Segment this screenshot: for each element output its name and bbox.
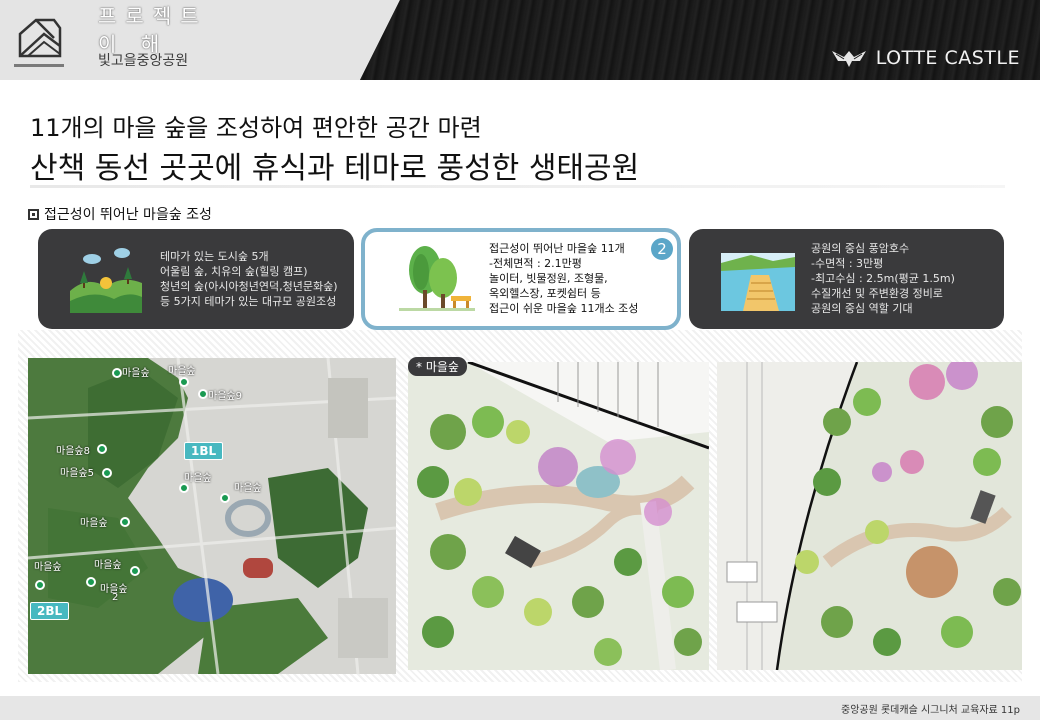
brand-name: LOTTE CASTLE bbox=[875, 47, 1020, 69]
map-pin bbox=[179, 483, 189, 493]
heading-line-1: 11개의 마을 숲을 조성하여 편안한 공간 마련 bbox=[30, 114, 482, 142]
site-plan-drawing bbox=[408, 362, 709, 670]
map-label: 2 bbox=[112, 592, 119, 603]
map-label: 마을숲 bbox=[34, 562, 62, 573]
eagle-emblem-icon bbox=[831, 51, 866, 67]
map-label: 마을숲 bbox=[122, 368, 150, 379]
page-subtitle: 빛고을중앙공원 bbox=[98, 53, 189, 69]
village-forest-text: 접근성이 뛰어난 마을숲 11개 -전체면적 : 2.1만평 놀이터, 빗물정원… bbox=[489, 241, 638, 316]
footer-text: 중앙공원 롯데캐슬 시그니처 교육자료 11p bbox=[841, 705, 1020, 716]
card-line: 테마가 있는 도시숲 5개 bbox=[160, 250, 269, 263]
card-line: 수질개선 및 주변환경 정비로 bbox=[811, 287, 943, 300]
card-line: 등 5가지 테마가 있는 대규모 공원조성 bbox=[160, 295, 337, 308]
site-detail-graphic bbox=[717, 362, 1022, 670]
map-pin bbox=[198, 389, 208, 399]
section-title-text: 접근성이 뛰어난 마을숲 조성 bbox=[44, 207, 212, 223]
logo-underline bbox=[14, 64, 64, 67]
lake-text: 공원의 중심 풍암호수 -수면적 : 3만평 -최고수심 : 2.5m(평균 1… bbox=[811, 241, 955, 316]
village-forest-card: 접근성이 뛰어난 마을숲 11개 -전체면적 : 2.1만평 놀이터, 빗물정원… bbox=[361, 228, 681, 330]
brand-logo: LOTTE CASTLE bbox=[830, 47, 1020, 69]
map-pin bbox=[220, 493, 230, 503]
card-line: 공원의 중심 풍암호수 bbox=[811, 242, 910, 255]
header-bar: 프로젝트 이 해 빛고을중앙공원 LOTTE CASTLE bbox=[0, 0, 1040, 80]
card-line: -전체면적 : 2.1만평 bbox=[489, 257, 582, 270]
theme-forest-card: 테마가 있는 도시숲 5개 어울림 숲, 치유의 숲(힐링 캠프) 청년의 숲(… bbox=[38, 229, 354, 329]
aerial-map-image: 마을숲 마을숲 마을숲9 마을숲8 마을숲5 1BL 마을숲 마을숲 마을숲 마… bbox=[28, 358, 396, 674]
section-title: 접근성이 뛰어난 마을숲 조성 bbox=[28, 206, 228, 224]
map-pin bbox=[112, 368, 122, 378]
number-badge: 2 bbox=[651, 238, 673, 260]
site-detail-drawing bbox=[717, 362, 1022, 670]
village-forest-tag: * 마을숲 bbox=[408, 357, 467, 376]
card-line: 공원의 중심 역할 기대 bbox=[811, 302, 913, 315]
card-line: 옥외헬스장, 포켓쉼터 등 bbox=[489, 287, 601, 300]
map-pin bbox=[130, 566, 140, 576]
square-bullet-icon bbox=[28, 209, 39, 220]
heading-divider bbox=[30, 185, 1005, 188]
hills-landscape-icon bbox=[70, 248, 142, 313]
card-line: 놀이터, 빗물정원, 조형물, bbox=[489, 272, 608, 285]
map-label: 마을숲8 bbox=[56, 446, 90, 457]
card-line: 접근이 쉬운 마을숲 11개소 조성 bbox=[489, 302, 639, 315]
map-label: 마을숲 bbox=[234, 483, 262, 494]
trees-bench-icon bbox=[399, 246, 475, 311]
map-pin bbox=[86, 577, 96, 587]
card-line: 어울림 숲, 치유의 숲(힐링 캠프) bbox=[160, 265, 308, 278]
lake-pier-icon bbox=[721, 253, 795, 311]
lake-card: 공원의 중심 풍암호수 -수면적 : 3만평 -최고수심 : 2.5m(평균 1… bbox=[689, 229, 1004, 329]
map-pin bbox=[35, 580, 45, 590]
house-logo-icon bbox=[18, 18, 62, 58]
theme-forest-text: 테마가 있는 도시숲 5개 어울림 숲, 치유의 숲(힐링 캠프) 청년의 숲(… bbox=[160, 249, 338, 309]
card-line: 접근성이 뛰어난 마을숲 11개 bbox=[489, 242, 625, 255]
map-pin bbox=[120, 517, 130, 527]
heading-line-2: 산책 동선 곳곳에 휴식과 테마로 풍성한 생태공원 bbox=[30, 151, 640, 186]
map-label: 마을숲9 bbox=[208, 391, 242, 402]
map-label: 마을숲 bbox=[80, 518, 108, 529]
site-plan-graphic bbox=[408, 362, 709, 670]
card-line: -수면적 : 3만평 bbox=[811, 257, 884, 270]
map-label: 마을숲 bbox=[168, 366, 196, 377]
map-label: 마을숲 bbox=[184, 473, 212, 484]
footer-bar: 중앙공원 롯데캐슬 시그니처 교육자료 11p bbox=[0, 696, 1040, 720]
map-label: 마을숲 bbox=[94, 560, 122, 571]
block-tag-1bl: 1BL bbox=[184, 442, 224, 460]
map-label: 마을숲5 bbox=[60, 468, 94, 479]
card-line: -최고수심 : 2.5m(평균 1.5m) bbox=[811, 272, 955, 285]
map-pin bbox=[102, 468, 112, 478]
card-line: 청년의 숲(아시아청년연덕,청년문화숲) bbox=[160, 280, 338, 293]
map-pin bbox=[179, 377, 189, 387]
map-pin bbox=[97, 444, 107, 454]
block-tag-2bl: 2BL bbox=[30, 602, 70, 620]
